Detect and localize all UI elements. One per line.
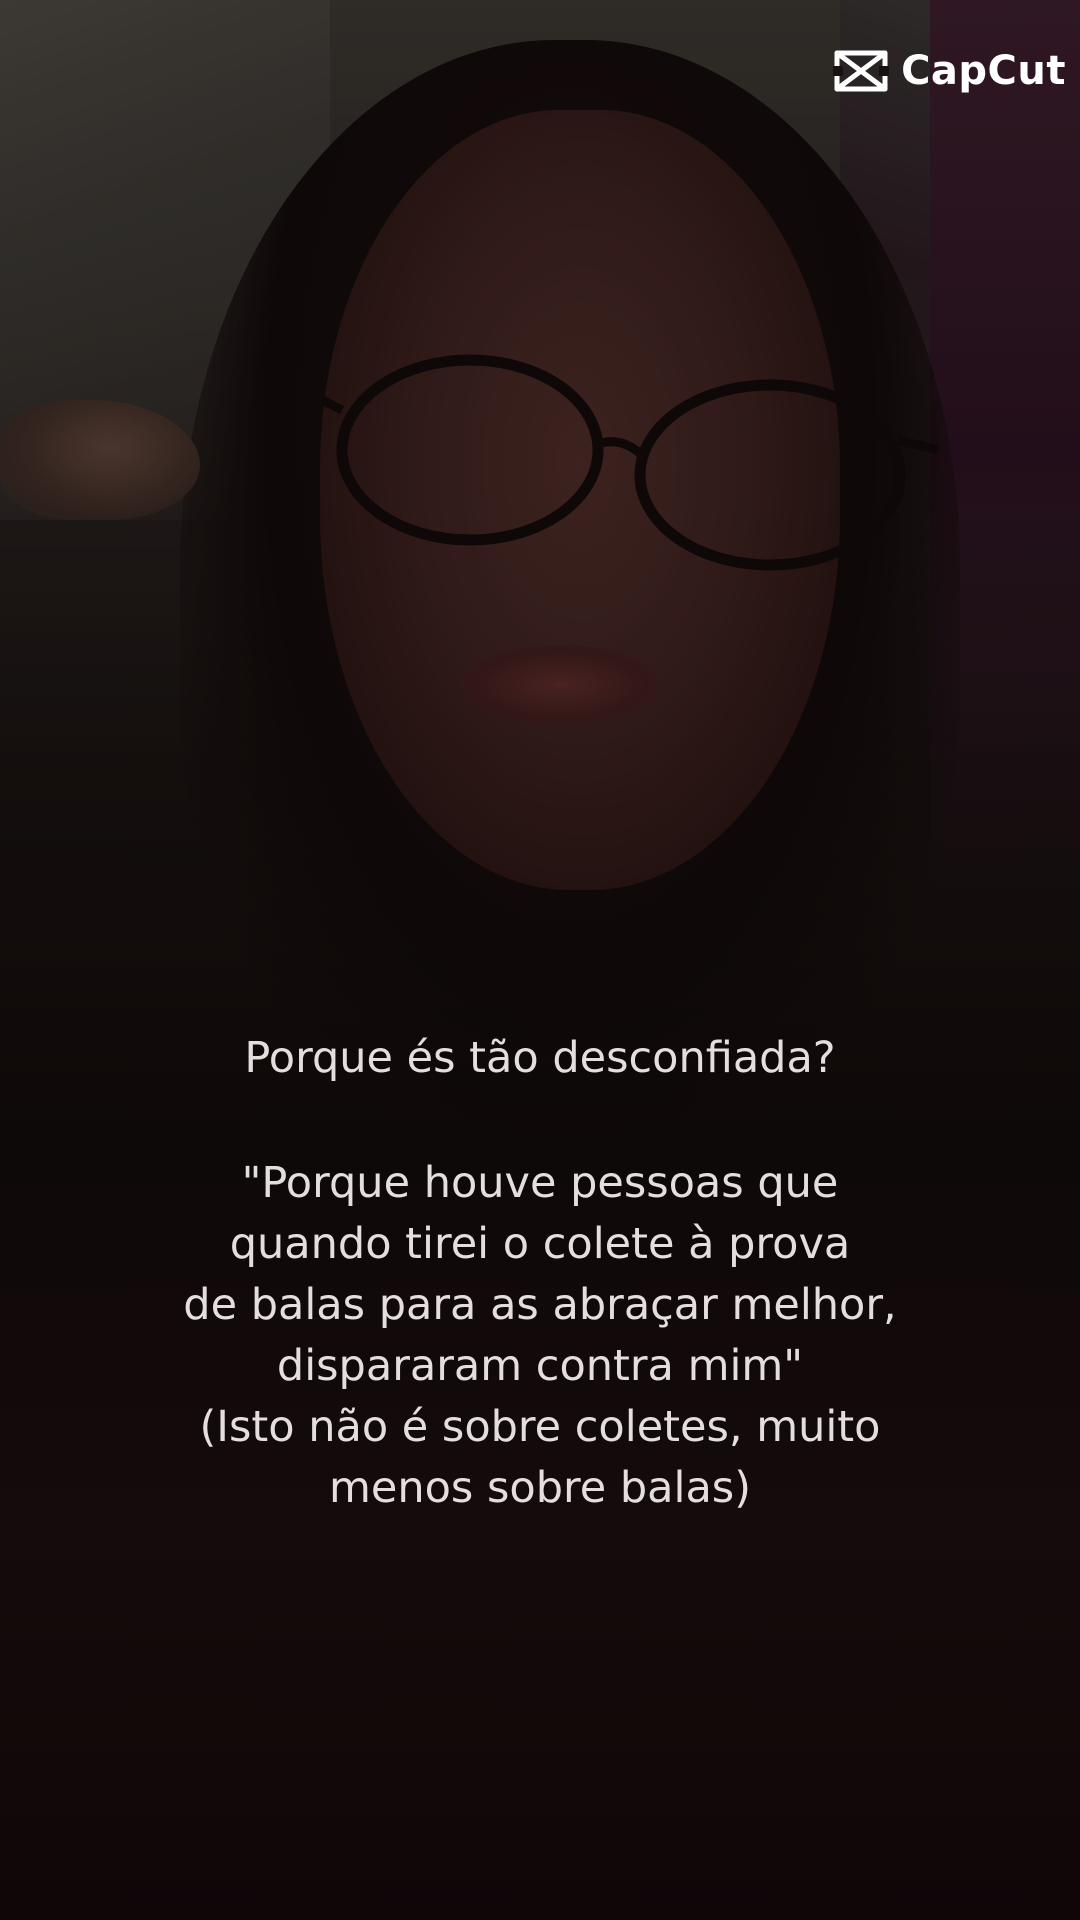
- capcut-logo-icon: [833, 50, 890, 92]
- dim-overlay: [0, 0, 1080, 1920]
- caption-question: Porque és tão desconfiada?: [244, 1033, 836, 1083]
- capcut-brand-label: CapCut: [901, 48, 1066, 94]
- caption-line: "Porque houve pessoas que: [241, 1158, 839, 1208]
- caption-line: menos sobre balas): [329, 1463, 751, 1513]
- caption-line: de balas para as abraçar melhor,: [183, 1280, 897, 1330]
- caption-text-block: Porque és tão desconfiada? "Porque houve…: [0, 1028, 1080, 1519]
- video-frame: CapCut Porque és tão desconfiada? "Porqu…: [0, 0, 1080, 1920]
- caption-line: dispararam contra mim": [276, 1341, 804, 1391]
- caption-line: quando tirei o colete à prova: [229, 1219, 851, 1269]
- caption-line: (Isto não é sobre coletes, muito: [199, 1402, 881, 1452]
- capcut-watermark: CapCut: [833, 48, 1066, 94]
